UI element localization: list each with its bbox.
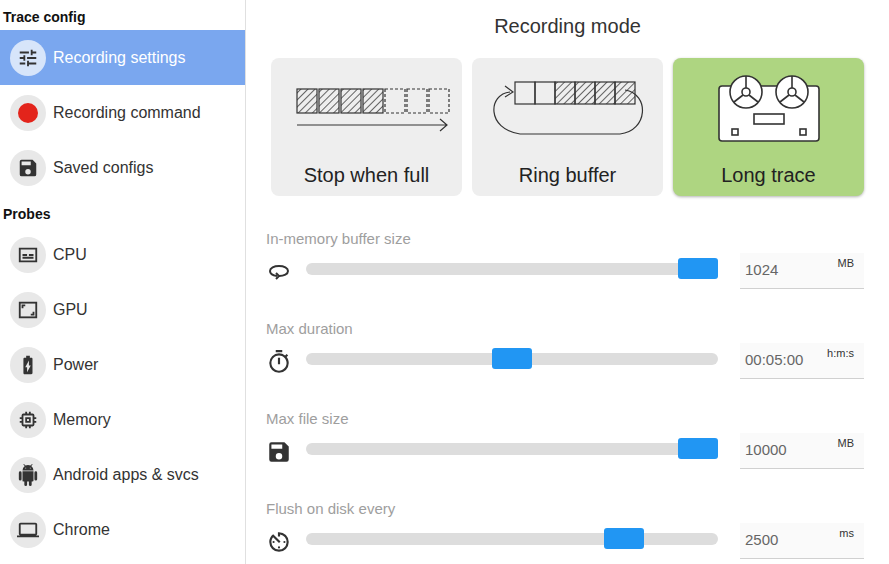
value-text: 2500 bbox=[740, 529, 778, 552]
unit-label: MB bbox=[838, 435, 855, 452]
sidebar-label: CPU bbox=[53, 243, 87, 267]
slider-track[interactable] bbox=[306, 263, 718, 275]
sidebar-item[interactable]: Power bbox=[0, 337, 245, 392]
slider-row: 00:05:00 h:m:s bbox=[266, 339, 864, 379]
mode-label: Ring buffer bbox=[519, 162, 616, 188]
save-icon bbox=[10, 150, 46, 186]
value-field[interactable]: 1024 MB bbox=[740, 253, 864, 289]
settings-sliders: In-memory buffer size1024MBMax duration0… bbox=[271, 229, 864, 559]
sidebar: Trace config Recording settings Recording … bbox=[0, 0, 246, 564]
sidebar-item[interactable]: Saved configs bbox=[0, 140, 245, 195]
sidebar-label: Power bbox=[53, 353, 98, 377]
gpu-icon bbox=[10, 292, 46, 328]
slider-track[interactable] bbox=[306, 443, 718, 455]
sidebar-label: Recording command bbox=[53, 101, 201, 125]
unit-label: h:m:s bbox=[827, 345, 854, 362]
slider-row: 2500 ms bbox=[266, 519, 864, 559]
mode-card[interactable]: Long trace bbox=[673, 58, 864, 196]
android-icon bbox=[10, 457, 46, 493]
value-text: 10000 bbox=[740, 439, 787, 462]
value-text: 00:05:00 bbox=[740, 349, 803, 372]
sidebar-label: Memory bbox=[53, 408, 111, 432]
stopwatch-icon bbox=[266, 349, 292, 375]
sidebar-label: Chrome bbox=[53, 518, 110, 542]
mode-label: Stop when full bbox=[304, 162, 430, 188]
slider-track[interactable] bbox=[306, 353, 718, 365]
sidebar-item[interactable]: GPU bbox=[0, 282, 245, 337]
sidebar-label: Recording settings bbox=[53, 46, 186, 70]
stop-when-full-icon bbox=[282, 70, 452, 148]
mode-card[interactable]: Ring buffer bbox=[472, 58, 663, 196]
slider-setting: Max duration00:05:00h:m:s bbox=[271, 319, 864, 379]
sidebar-item[interactable]: Memory bbox=[0, 392, 245, 447]
record-icon bbox=[10, 95, 46, 131]
slider-setting: Flush on disk every2500ms bbox=[271, 499, 864, 559]
mode-label: Long trace bbox=[721, 162, 816, 188]
unit-label: ms bbox=[839, 525, 854, 542]
spacer bbox=[0, 195, 245, 197]
unit-label: MB bbox=[838, 255, 855, 272]
battery-icon bbox=[10, 347, 46, 383]
sidebar-label: Android apps & svcs bbox=[53, 463, 199, 487]
slider-thumb[interactable] bbox=[678, 438, 718, 459]
slider-thumb[interactable] bbox=[492, 348, 532, 369]
section-header: Trace config bbox=[0, 0, 245, 30]
slider-row: 1024 MB bbox=[266, 249, 864, 289]
slider-setting: Max file size10000MB bbox=[271, 409, 864, 469]
memory-icon bbox=[10, 402, 46, 438]
sidebar-item[interactable]: CPU bbox=[0, 227, 245, 282]
section-title: Recording mode bbox=[271, 12, 864, 40]
slider-thumb[interactable] bbox=[604, 528, 644, 549]
mode-card[interactable]: Stop when full bbox=[271, 58, 462, 196]
save-icon bbox=[266, 439, 292, 465]
tape-recorder-icon bbox=[714, 70, 824, 148]
slider-thumb[interactable] bbox=[678, 258, 718, 279]
laptop-icon bbox=[10, 512, 46, 548]
cpu-icon bbox=[10, 237, 46, 273]
ring-buffer-icon bbox=[480, 70, 655, 148]
mode-selector: Stop when full Ring buffer Long trace bbox=[271, 58, 864, 196]
slider-label: Max file size bbox=[266, 409, 864, 429]
loop-icon bbox=[266, 259, 292, 285]
main-panel: Recording mode Stop when full Ring buffer L… bbox=[246, 0, 889, 564]
sidebar-item[interactable]: Recording settings bbox=[0, 30, 245, 85]
sidebar-label: Saved configs bbox=[53, 156, 154, 180]
slider-track[interactable] bbox=[306, 533, 718, 545]
timer-icon bbox=[266, 529, 292, 555]
value-text: 1024 bbox=[740, 259, 778, 282]
slider-label: In-memory buffer size bbox=[266, 229, 864, 249]
slider-label: Max duration bbox=[266, 319, 864, 339]
sidebar-item[interactable]: Android apps & svcs bbox=[0, 447, 245, 502]
section-header: Probes bbox=[0, 197, 245, 227]
sidebar-item[interactable]: Recording command bbox=[0, 85, 245, 140]
value-field[interactable]: 10000 MB bbox=[740, 433, 864, 469]
slider-label: Flush on disk every bbox=[266, 499, 864, 519]
sidebar-item[interactable]: Chrome bbox=[0, 502, 245, 557]
slider-setting: In-memory buffer size1024MB bbox=[271, 229, 864, 289]
value-field[interactable]: 2500 ms bbox=[740, 523, 864, 559]
tune-icon bbox=[10, 40, 46, 76]
value-field[interactable]: 00:05:00 h:m:s bbox=[740, 343, 864, 379]
slider-row: 10000 MB bbox=[266, 429, 864, 469]
sidebar-label: GPU bbox=[53, 298, 88, 322]
